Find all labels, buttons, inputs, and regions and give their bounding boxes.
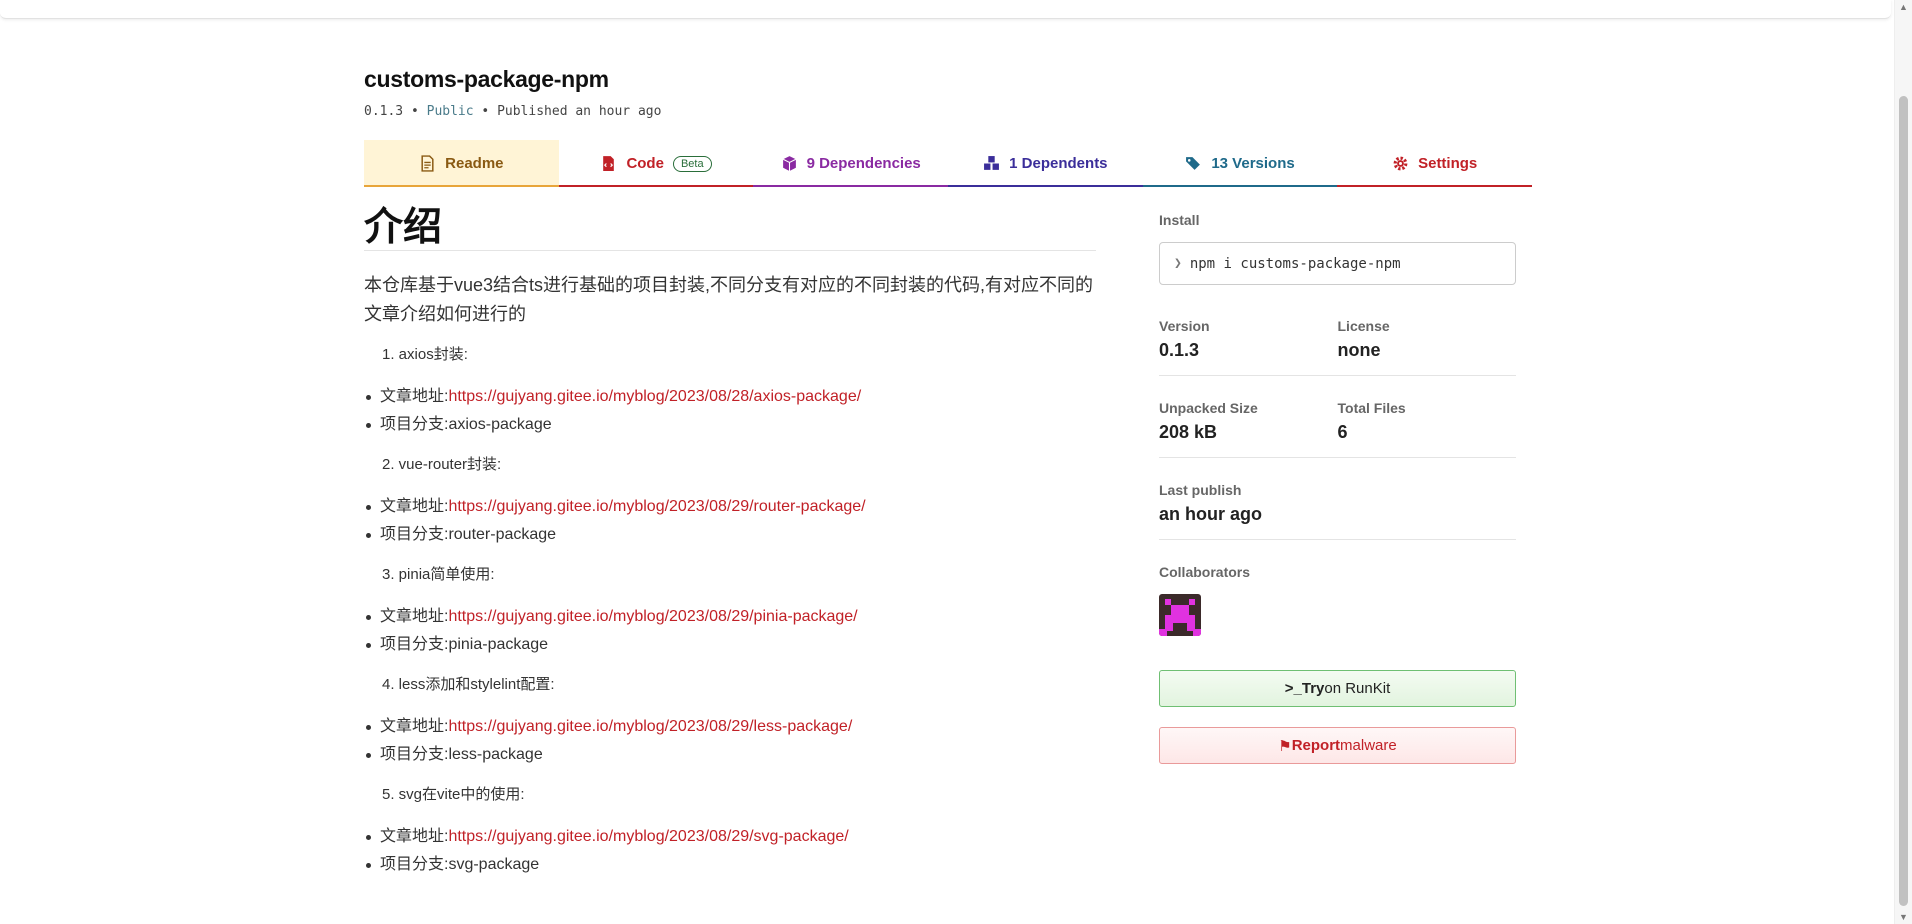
section-list: 文章地址:https://gujyang.gitee.io/myblog/202…	[364, 493, 1096, 549]
scrollbar[interactable]: ▲ ▼	[1894, 0, 1912, 924]
flag-icon: ⚑	[1278, 737, 1292, 755]
published-time: Published an hour ago	[497, 104, 662, 119]
tags-icon	[1186, 157, 1201, 170]
unpacked-size-value: 208 kB	[1159, 422, 1218, 442]
license-value: none	[1337, 340, 1381, 360]
list-item: 项目分支:axios-package	[366, 411, 1096, 439]
package-tabs: Readme Code Beta 9 Dependencies 1 Depend…	[364, 140, 1533, 187]
section-list: 文章地址:https://gujyang.gitee.io/myblog/202…	[364, 823, 1096, 879]
section-title: 4. less添加和stylelint配置:	[382, 676, 555, 693]
box-icon	[782, 156, 796, 171]
section-list: 文章地址:https://gujyang.gitee.io/myblog/202…	[364, 713, 1096, 769]
list-item: 项目分支:less-package	[366, 741, 1096, 769]
scroll-thumb[interactable]	[1899, 96, 1908, 906]
readme-section: 3. pinia简单使用: 文章地址:https://gujyang.gitee.…	[364, 559, 1096, 659]
tab-settings[interactable]: Settings	[1337, 140, 1533, 187]
list-item: 文章地址:https://gujyang.gitee.io/myblog/202…	[366, 383, 1096, 411]
package-title: customs-package-npm	[364, 66, 609, 92]
scroll-down-arrow-icon[interactable]: ▼	[1899, 912, 1908, 922]
article-label: 文章地址:	[380, 388, 449, 405]
article-link[interactable]: https://gujyang.gitee.io/myblog/2023/08/…	[448, 388, 861, 405]
report-malware-button[interactable]: ⚑ Report malware	[1159, 727, 1516, 764]
readme-heading: 介绍	[364, 196, 1096, 251]
tab-underline	[558, 185, 754, 187]
section-title: 1. axios封装:	[382, 346, 468, 363]
article-link[interactable]: https://gujyang.gitee.io/myblog/2023/08/…	[448, 498, 865, 515]
list-item: 项目分支:router-package	[366, 521, 1096, 549]
last-publish-stat: Last publish an hour ago	[1159, 482, 1516, 525]
section-title: 5. svg在vite中的使用:	[382, 786, 525, 803]
size-files-row: Unpacked Size 208 kB Total Files 6	[1159, 400, 1516, 458]
visibility-label: Public	[426, 104, 474, 119]
try-on-runkit-button[interactable]: >_ Try on RunKit	[1159, 670, 1516, 707]
tab-code[interactable]: Code Beta	[558, 140, 754, 187]
license-stat: License none	[1338, 318, 1517, 361]
article-label: 文章地址:	[380, 498, 449, 515]
list-item: 项目分支:pinia-package	[366, 631, 1096, 659]
package-meta: 0.1.3 • Public • Published an hour ago	[364, 104, 662, 119]
readme-section: 4. less添加和stylelint配置: 文章地址:https://gujya…	[364, 669, 1096, 769]
readme-section: 1. axios封装: 文章地址:https://gujyang.gitee.io…	[364, 339, 1096, 439]
beta-badge: Beta	[672, 155, 712, 172]
section-title: 2. vue-router封装:	[382, 456, 502, 473]
article-link[interactable]: https://gujyang.gitee.io/myblog/2023/08/…	[448, 608, 857, 625]
readme-section: 2. vue-router封装: 文章地址:https://gujyang.git…	[364, 449, 1096, 549]
tab-dependents[interactable]: 1 Dependents	[948, 140, 1143, 187]
tab-underline	[364, 185, 559, 187]
article-label: 文章地址:	[380, 608, 449, 625]
section-list: 文章地址:https://gujyang.gitee.io/myblog/202…	[364, 383, 1096, 439]
readme-section: 5. svg在vite中的使用: 文章地址:https://gujyang.git…	[364, 779, 1096, 879]
tab-underline	[1142, 185, 1338, 187]
last-publish-value: an hour ago	[1159, 504, 1262, 524]
list-item: 文章地址:https://gujyang.gitee.io/myblog/202…	[366, 603, 1096, 631]
install-command-box[interactable]: ❯ npm i customs-package-npm	[1159, 242, 1516, 285]
install-label: Install	[1159, 212, 1200, 228]
article-label: 文章地址:	[380, 718, 449, 735]
readme-sections: 1. axios封装: 文章地址:https://gujyang.gitee.io…	[364, 339, 1096, 879]
terminal-chevron-icon: ❯	[1174, 256, 1182, 271]
tab-underline	[948, 185, 1143, 187]
list-item: 文章地址:https://gujyang.gitee.io/myblog/202…	[366, 713, 1096, 741]
collaborator-avatar[interactable]	[1159, 594, 1201, 636]
tab-dependencies[interactable]: 9 Dependencies	[753, 140, 949, 187]
scroll-up-arrow-icon[interactable]: ▲	[1899, 2, 1908, 12]
version-license-row: Version 0.1.3 License none	[1159, 318, 1516, 376]
version-stat: Version 0.1.3	[1159, 318, 1338, 361]
version-value: 0.1.3	[1159, 340, 1200, 360]
tab-underline	[1337, 185, 1533, 187]
readme-icon	[421, 155, 434, 172]
tab-readme[interactable]: Readme	[364, 140, 559, 187]
tab-versions[interactable]: 13 Versions	[1142, 140, 1338, 187]
package-version: 0.1.3	[364, 104, 404, 119]
tab-underline	[753, 185, 949, 187]
unpacked-size-stat: Unpacked Size 208 kB	[1159, 400, 1338, 443]
install-command[interactable]: npm i customs-package-npm	[1190, 256, 1401, 272]
total-files-value: 6	[1337, 422, 1348, 442]
package-sidebar: Install ❯ npm i customs-package-npm Vers…	[1159, 212, 1516, 764]
gear-icon	[1393, 156, 1408, 171]
list-item: 项目分支:svg-package	[366, 851, 1096, 879]
article-label: 文章地址:	[380, 828, 449, 845]
readme-intro: 本仓库基于vue3结合ts进行基础的项目封装,不同分支有对应的不同封装的代码,有…	[364, 275, 1094, 324]
top-bar	[0, 0, 1891, 19]
section-list: 文章地址:https://gujyang.gitee.io/myblog/202…	[364, 603, 1096, 659]
article-link[interactable]: https://gujyang.gitee.io/myblog/2023/08/…	[448, 828, 848, 845]
code-file-icon	[603, 156, 615, 171]
last-publish-row: Last publish an hour ago	[1159, 482, 1516, 540]
boxes-icon	[984, 156, 1000, 170]
total-files-stat: Total Files 6	[1338, 400, 1517, 443]
readme-content: 介绍 本仓库基于vue3结合ts进行基础的项目封装,不同分支有对应的不同封装的代…	[364, 196, 1096, 889]
article-link[interactable]: https://gujyang.gitee.io/myblog/2023/08/…	[448, 718, 852, 735]
list-item: 文章地址:https://gujyang.gitee.io/myblog/202…	[366, 823, 1096, 851]
list-item: 文章地址:https://gujyang.gitee.io/myblog/202…	[366, 493, 1096, 521]
collaborators-label: Collaborators	[1159, 564, 1251, 580]
section-title: 3. pinia简单使用:	[382, 566, 495, 583]
